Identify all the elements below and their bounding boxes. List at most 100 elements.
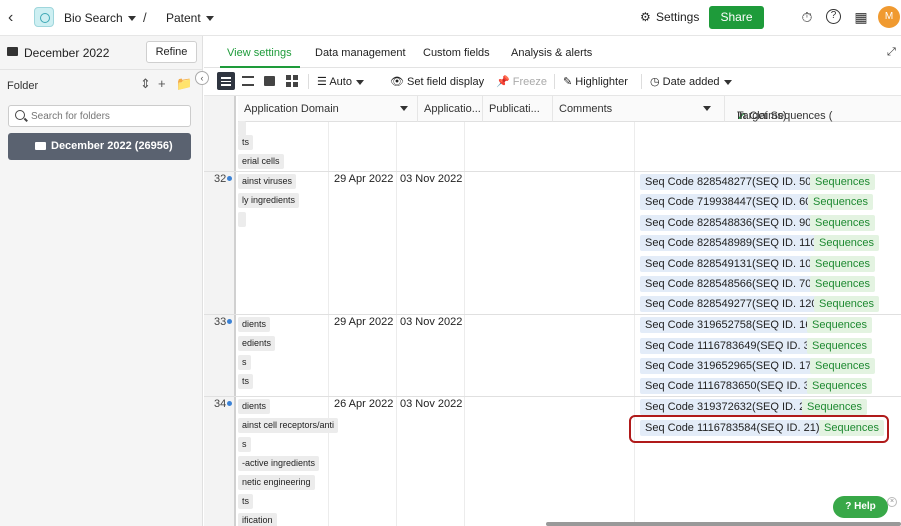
sequence-tag[interactable]: Sequences [810, 174, 875, 190]
chevron-down-icon [703, 106, 711, 111]
sequence-chip[interactable]: Seq Code 828549277(SEQ ID. 120) [640, 296, 826, 312]
tab-data-management[interactable]: Data management [315, 47, 406, 59]
row-status-dot [227, 176, 232, 181]
domain-chip: netic engineering [238, 475, 315, 490]
domain-chip: erial cells [238, 154, 284, 169]
column-header-publication-date[interactable]: Publicati... [483, 96, 553, 122]
sequence-tag[interactable]: Sequences [810, 276, 875, 292]
application-date: 26 Apr 2022 [334, 398, 393, 410]
sequence-chip[interactable]: Seq Code 319652965(SEQ ID. 17) [640, 358, 820, 374]
domain-chip: -active ingredients [238, 456, 319, 471]
folder-item-label: December 2022 (26956) [51, 140, 173, 152]
folder-settings-icon[interactable]: 📁 [176, 76, 192, 92]
sort-icon[interactable]: ⇕ [140, 76, 151, 92]
app-logo-icon [34, 7, 54, 27]
folder-panel: December 2022 Refine Folder ⇕ + 📁 Decemb… [0, 36, 203, 526]
chevron-down-icon [356, 80, 364, 85]
row-status-dot [227, 401, 232, 406]
expand-icon[interactable]: ⤢ [887, 46, 896, 59]
domain-chip: dients [238, 399, 270, 414]
collapse-panel-icon[interactable]: ‹ [195, 71, 209, 85]
help-button[interactable]: ? Help [833, 496, 888, 518]
sequence-tag[interactable]: Sequences [808, 194, 873, 210]
close-icon[interactable]: × [887, 497, 897, 507]
column-header-application-date[interactable]: Applicatio... [418, 96, 483, 122]
sequence-chip[interactable]: Seq Code 1116783650(SEQ ID. 31) [640, 378, 825, 394]
horizontal-scrollbar[interactable] [546, 522, 901, 526]
highlighter-button[interactable]: ✎ Highlighter [563, 75, 628, 88]
top-bar: ‹ Bio Search / Patent ⚙Settings Share ⏱ … [0, 0, 901, 36]
highlight-annotation-box [629, 415, 889, 443]
row-status-dot [227, 319, 232, 324]
back-arrow-icon[interactable]: ‹ [8, 9, 22, 27]
toolbar: ☰ Auto 👁 Set field display 📌 Freeze ✎ Hi… [204, 68, 901, 96]
sequence-tag[interactable]: Sequences [814, 296, 879, 312]
sequence-chip[interactable]: Seq Code 319372632(SEQ ID. 2) [640, 399, 814, 415]
publication-date: 03 Nov 2022 [400, 173, 462, 185]
timer-icon[interactable]: ⏱ [799, 9, 815, 25]
column-header-application-domain[interactable]: Application Domain [238, 96, 418, 122]
column-header-comments[interactable]: Comments [553, 96, 725, 122]
refine-button[interactable]: Refine [146, 41, 197, 63]
sequence-tag[interactable]: Sequences [807, 338, 872, 354]
set-field-display-button[interactable]: 👁 Set field display [390, 75, 484, 88]
column-header-target-sequences[interactable]: Target Sequences ( ✓ In Claims) [725, 96, 901, 122]
sequence-chip[interactable]: Seq Code 828548566(SEQ ID. 70) [640, 276, 820, 292]
grid-view-button[interactable] [283, 72, 301, 90]
sequence-tag[interactable]: Sequences [810, 256, 875, 272]
sequence-tag[interactable]: Sequences [814, 235, 879, 251]
detail-view-button[interactable] [239, 72, 257, 90]
highlighter-icon: ✎ [563, 76, 572, 88]
avatar[interactable]: M [878, 6, 900, 28]
image-view-button[interactable] [261, 72, 279, 90]
list-view-button[interactable] [217, 72, 235, 90]
sequence-chip[interactable]: Seq Code 719938447(SEQ ID. 60) [640, 194, 820, 210]
pin-icon: 📌 [496, 76, 510, 88]
apps-grid-icon[interactable]: ▦ [853, 9, 869, 25]
search-icon [15, 110, 25, 120]
row-height-dropdown[interactable]: ☰ Auto [317, 75, 364, 88]
breadcrumb-section[interactable]: Patent [166, 11, 214, 25]
sequence-tag[interactable]: Sequences [810, 358, 875, 374]
tab-bar: View settings Data management Custom fie… [204, 36, 901, 68]
sequence-tag[interactable]: Sequences [810, 215, 875, 231]
sequence-chip[interactable]: Seq Code 828549131(SEQ ID. 100) [640, 256, 826, 272]
help-circle-icon[interactable]: ? [826, 9, 841, 24]
tab-custom-fields[interactable]: Custom fields [423, 47, 490, 59]
results-table: Application Domain Applicatio... Publica… [204, 96, 901, 526]
gear-icon: ⚙ [640, 10, 652, 24]
tab-view-settings[interactable]: View settings [227, 47, 292, 59]
row-number: 32 [214, 173, 226, 185]
domain-chip: ts [238, 374, 253, 389]
folder-item-december-2022[interactable]: December 2022 (26956) [8, 133, 191, 160]
settings-button[interactable]: ⚙Settings [640, 10, 699, 24]
sequence-tag[interactable]: Sequences [802, 399, 867, 415]
chevron-down-icon [724, 80, 732, 85]
sequence-chip[interactable]: Seq Code 319652758(SEQ ID. 16) [640, 317, 820, 333]
sequence-tag[interactable]: Sequences [807, 378, 872, 394]
domain-chip: s [238, 437, 251, 452]
chevron-down-icon [400, 106, 408, 111]
sort-date-added-dropdown[interactable]: ◷ Date added [650, 75, 732, 88]
domain-chip: dients [238, 317, 270, 332]
domain-chip [238, 212, 246, 227]
share-button[interactable]: Share [709, 6, 764, 29]
add-icon[interactable]: + [158, 76, 166, 91]
folder-label: Folder [7, 80, 38, 92]
sequence-chip[interactable]: Seq Code 828548836(SEQ ID. 90) [640, 215, 820, 231]
row-number-gutter [204, 96, 236, 526]
freeze-button[interactable]: 📌 Freeze [496, 75, 547, 88]
domain-chip: edients [238, 336, 275, 351]
row-height-icon: ☰ [317, 76, 327, 88]
folder-panel-header: December 2022 Refine [0, 36, 202, 70]
folder-icon [35, 142, 46, 150]
breadcrumb-app[interactable]: Bio Search [64, 11, 136, 25]
folder-panel-title: December 2022 [24, 46, 109, 60]
folder-search-input[interactable] [31, 108, 186, 124]
chevron-down-icon [206, 16, 214, 21]
sequence-chip[interactable]: Seq Code 828548277(SEQ ID. 50) [640, 174, 820, 190]
sequence-chip[interactable]: Seq Code 1116783649(SEQ ID. 30) [640, 338, 825, 354]
tab-analysis-alerts[interactable]: Analysis & alerts [511, 47, 592, 59]
sequence-chip[interactable]: Seq Code 828548989(SEQ ID. 110) [640, 235, 825, 251]
sequence-tag[interactable]: Sequences [807, 317, 872, 333]
